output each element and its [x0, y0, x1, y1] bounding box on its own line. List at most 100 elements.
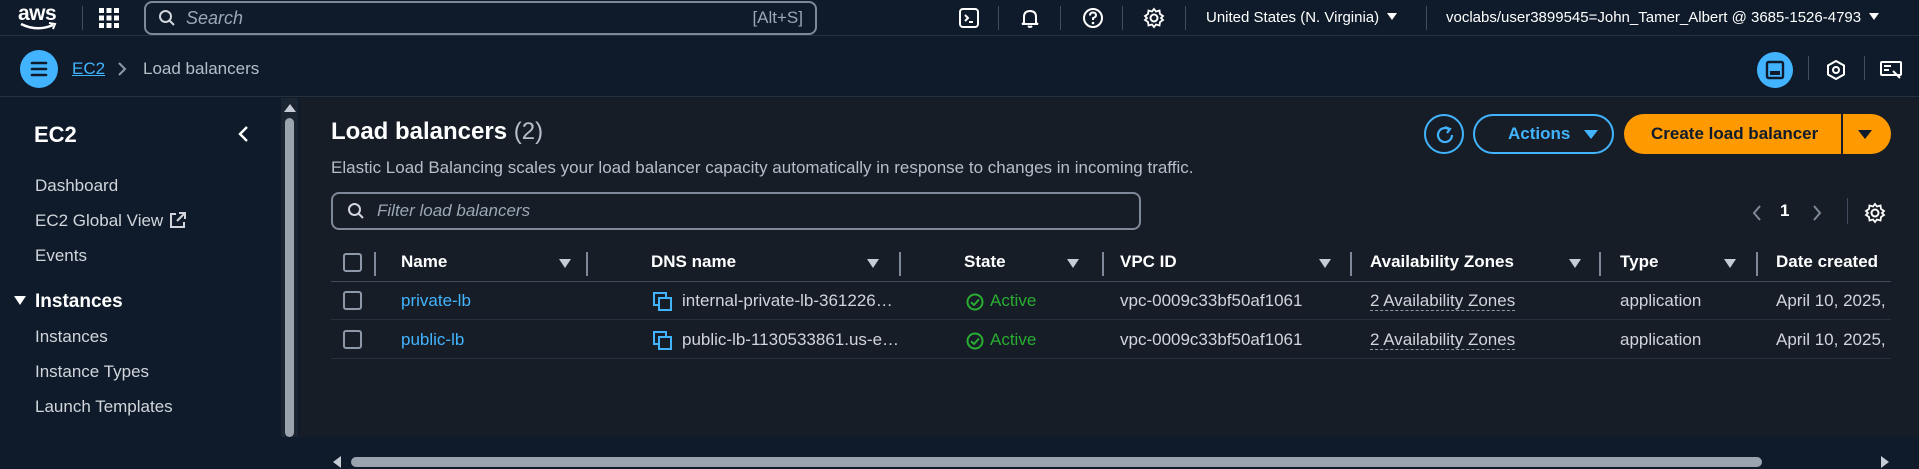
sidebar-scrollbar[interactable]: [281, 98, 298, 437]
bell-icon[interactable]: [1019, 7, 1041, 29]
sidebar-title: EC2: [34, 122, 77, 147]
column-divider[interactable]: [1350, 252, 1352, 276]
select-all-checkbox[interactable]: [343, 253, 362, 272]
table-row[interactable]: public-lb public-lb-1130533861.us-e… Act…: [331, 321, 1891, 359]
date-created: April 10, 2025,: [1776, 291, 1886, 310]
apps-grid-icon[interactable]: [99, 8, 119, 28]
refresh-button[interactable]: [1424, 114, 1464, 154]
breadcrumb-bar: EC2 Load balancers: [0, 37, 1919, 97]
column-header-az[interactable]: Availability Zones: [1370, 252, 1514, 272]
external-link-icon: [170, 212, 187, 228]
sort-icon[interactable]: [867, 259, 879, 268]
layout-icon[interactable]: [1880, 60, 1902, 80]
page-description: Elastic Load Balancing scales your load …: [331, 158, 1194, 177]
chevron-down-icon: [1869, 13, 1880, 20]
notifications-icon[interactable]: [1826, 60, 1846, 80]
copy-icon[interactable]: [653, 292, 673, 312]
vpc-id: vpc-0009c33bf50af1061: [1120, 291, 1303, 310]
menu-button[interactable]: [20, 50, 58, 88]
column-header-type[interactable]: Type: [1620, 252, 1658, 272]
scroll-left-arrow[interactable]: [333, 456, 341, 468]
gear-icon[interactable]: [1864, 202, 1886, 224]
sort-icon[interactable]: [1319, 259, 1331, 268]
divider: [1122, 6, 1123, 30]
create-dropdown-button[interactable]: [1843, 114, 1891, 154]
chevron-left-icon[interactable]: [236, 124, 250, 144]
lb-name-link[interactable]: private-lb: [401, 291, 471, 311]
search-icon: [159, 10, 175, 26]
sidebar-item-launch-templates[interactable]: Launch Templates: [35, 397, 173, 417]
actions-button[interactable]: Actions: [1473, 114, 1614, 154]
main-content: Load balancers (2) Elastic Load Balancin…: [300, 98, 1919, 468]
sidebar-item-events[interactable]: Events: [35, 246, 87, 266]
chevron-right-icon[interactable]: [1811, 204, 1823, 222]
account-menu[interactable]: voclabs/user3899545=John_Tamer_Albert @ …: [1446, 9, 1880, 26]
page-number[interactable]: 1: [1780, 201, 1789, 221]
scroll-right-arrow[interactable]: [1881, 456, 1889, 468]
lb-name-link[interactable]: public-lb: [401, 330, 464, 350]
copy-icon[interactable]: [653, 331, 673, 351]
help-icon[interactable]: [1082, 7, 1104, 29]
status-badge: Active: [990, 291, 1037, 310]
sort-icon[interactable]: [1067, 259, 1079, 268]
column-header-vpc[interactable]: VPC ID: [1120, 252, 1177, 272]
sidebar-section-instances[interactable]: Instances: [14, 291, 123, 313]
lb-type: application: [1620, 291, 1702, 310]
divider: [1808, 56, 1809, 80]
filter-input[interactable]: Filter load balancers: [331, 192, 1141, 230]
sidebar-item-instance-types[interactable]: Instance Types: [35, 362, 149, 382]
table-row[interactable]: private-lb internal-private-lb-361226… A…: [331, 282, 1891, 320]
sidebar-item-global-view[interactable]: EC2 Global View: [35, 211, 187, 231]
caret-down-icon: [14, 296, 26, 305]
region-selector[interactable]: United States (N. Virginia): [1206, 9, 1398, 26]
column-divider[interactable]: [899, 252, 901, 276]
gear-icon[interactable]: [1143, 7, 1165, 29]
chevron-left-icon[interactable]: [1751, 204, 1763, 222]
global-search-input[interactable]: Search [Alt+S]: [144, 1, 817, 35]
menu-icon: [30, 61, 48, 77]
availability-zones[interactable]: 2 Availability Zones: [1370, 291, 1516, 311]
chevron-down-icon: [1387, 13, 1398, 20]
region-label: United States (N. Virginia): [1206, 9, 1380, 26]
column-header-state[interactable]: State: [964, 252, 1006, 272]
vpc-id: vpc-0009c33bf50af1061: [1120, 330, 1303, 349]
account-label: voclabs/user3899545=John_Tamer_Albert @ …: [1446, 9, 1862, 26]
column-divider[interactable]: [1756, 252, 1758, 276]
aws-logo[interactable]: aws: [18, 2, 62, 32]
divider: [1426, 6, 1427, 30]
column-divider[interactable]: [1102, 252, 1104, 276]
sidebar-section-label: Instances: [35, 291, 123, 312]
create-load-balancer-button[interactable]: Create load balancer: [1624, 114, 1841, 154]
column-divider[interactable]: [586, 252, 588, 276]
sort-icon[interactable]: [559, 259, 571, 268]
divider: [82, 6, 83, 30]
split-panel-icon: [1765, 60, 1785, 80]
breadcrumb-ec2-link[interactable]: EC2: [72, 59, 105, 79]
sort-icon[interactable]: [1724, 259, 1736, 268]
scrollbar-thumb[interactable]: [351, 457, 1762, 467]
sidebar-item-label: EC2 Global View: [35, 211, 164, 230]
sort-icon[interactable]: [1569, 259, 1581, 268]
chevron-right-icon: [118, 62, 127, 76]
column-header-name[interactable]: Name: [401, 252, 447, 272]
table-horizontal-scrollbar[interactable]: [331, 455, 1891, 469]
divider: [998, 6, 999, 30]
column-header-date[interactable]: Date created: [1776, 252, 1878, 272]
split-panel-button[interactable]: [1757, 52, 1793, 88]
sidebar-item-instances[interactable]: Instances: [35, 327, 108, 347]
sidebar-item-dashboard[interactable]: Dashboard: [35, 176, 118, 196]
availability-zones[interactable]: 2 Availability Zones: [1370, 330, 1516, 350]
scroll-up-arrow[interactable]: [284, 104, 296, 112]
row-checkbox[interactable]: [343, 291, 362, 310]
divider: [1060, 6, 1061, 30]
filter-placeholder: Filter load balancers: [377, 201, 531, 220]
sidebar: EC2 Dashboard EC2 Global View Events Ins…: [0, 98, 280, 437]
column-header-dns[interactable]: DNS name: [651, 252, 736, 272]
column-divider[interactable]: [1599, 252, 1601, 276]
aws-smile-icon: [20, 22, 57, 30]
scrollbar-thumb[interactable]: [285, 118, 294, 437]
cloudshell-icon[interactable]: [958, 7, 980, 29]
divider: [1847, 198, 1848, 224]
row-checkbox[interactable]: [343, 330, 362, 349]
caret-down-icon: [1584, 129, 1599, 139]
